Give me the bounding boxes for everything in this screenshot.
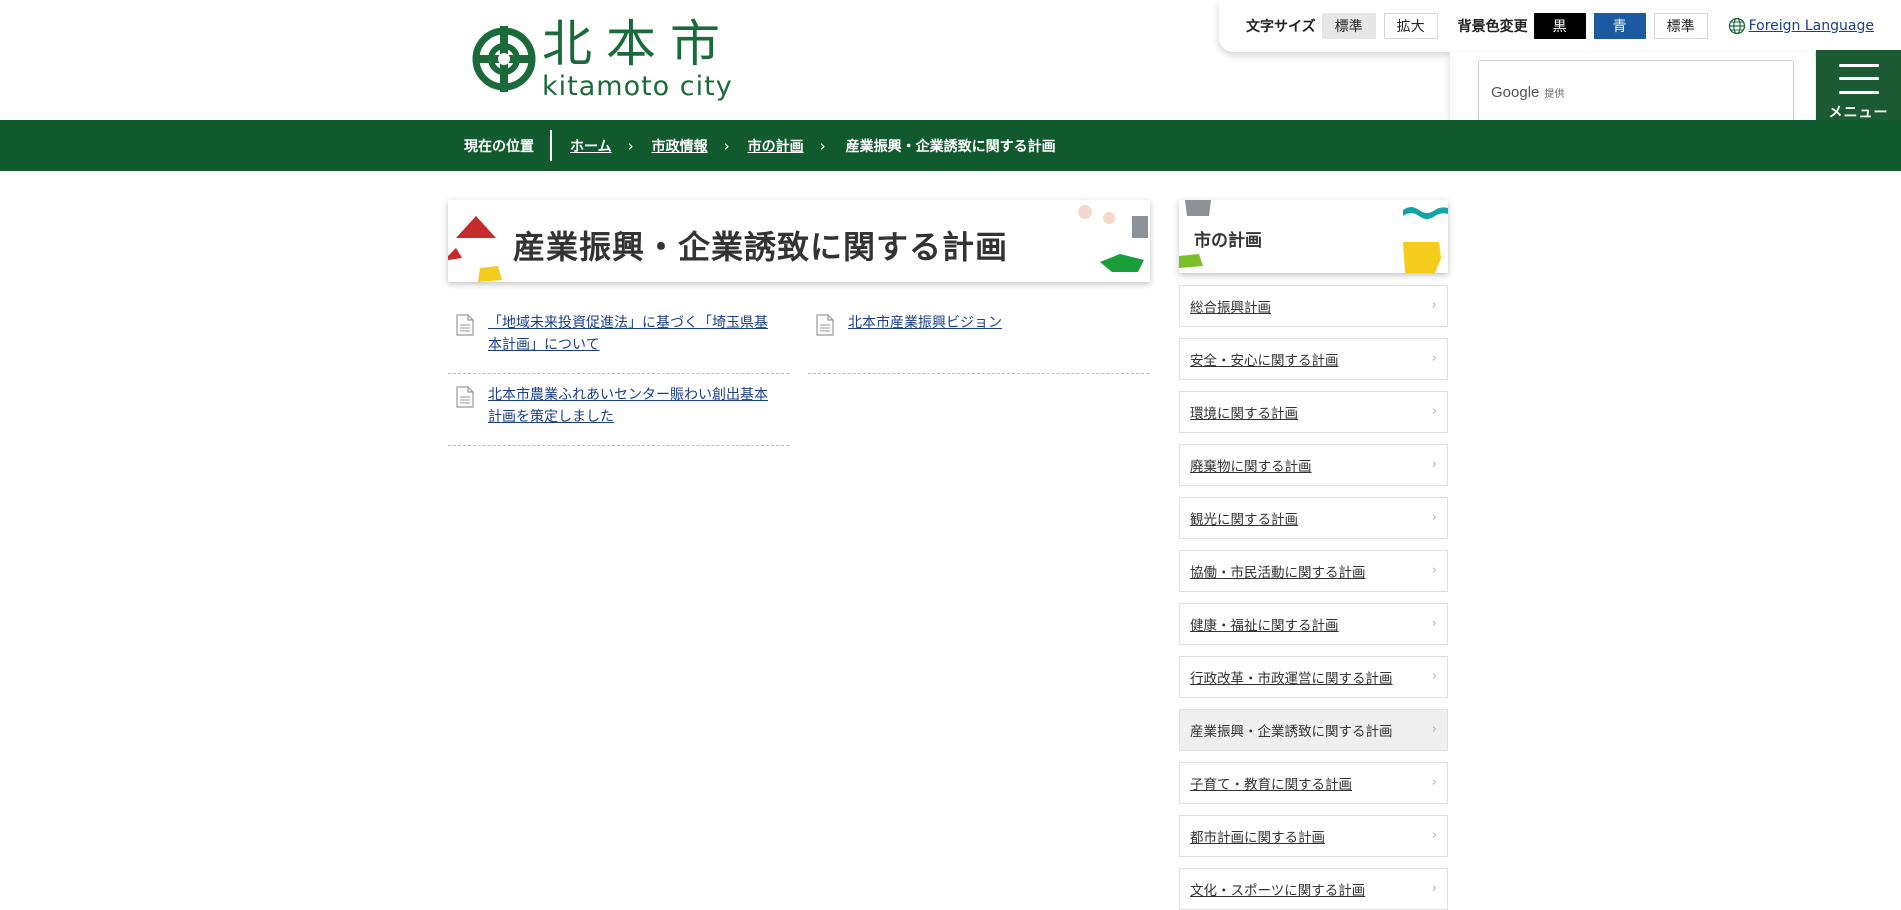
font-size-standard-button[interactable]: 標準 [1321,12,1376,39]
chevron-right-icon: › [627,136,634,155]
sidebar-item-label: 文化・スポーツに関する計画 [1190,883,1366,899]
sidebar-item[interactable]: 行政改革・市政運営に関する計画 › [1179,656,1448,698]
document-link[interactable]: 北本市産業振興ビジョン [848,312,1002,334]
chevron-right-icon: › [1431,298,1437,313]
font-size-large-button[interactable]: 拡大 [1383,12,1438,39]
list-item: 「地域未来投資促進法」に基づく「埼玉県基 本計画」について [448,300,789,374]
document-icon [456,386,474,408]
sidebar-item-label: 総合振興計画 [1190,300,1271,316]
background-black-button[interactable]: 黒 [1533,12,1586,39]
sidebar-item[interactable]: 観光に関する計画 › [1179,497,1448,539]
chevron-right-icon: › [1431,828,1437,843]
sidebar-item-label: 健康・福祉に関する計画 [1190,618,1339,634]
sidebar-item-label: 行政改革・市政運営に関する計画 [1190,671,1393,687]
sidebar-title: 市の計画 [1194,231,1262,251]
chevron-right-icon: › [1431,669,1437,684]
utility-panel: 文字サイズ 標準 拡大 背景色変更 黒 青 標準 Foreign Languag… [1219,0,1901,52]
document-link[interactable]: 北本市農業ふれあいセンター賑わい創出基本 計画を策定しました [488,384,768,428]
chevron-right-icon: › [1431,616,1437,631]
sidebar-item-label: 子育て・教育に関する計画 [1190,777,1352,793]
sidebar-item[interactable]: 安全・安心に関する計画 › [1179,338,1448,380]
sidebar-item[interactable]: 産業振興・企業誘致に関する計画 › [1179,709,1448,751]
foreign-language-label: Foreign Language [1748,17,1874,34]
sidebar-item[interactable]: 子育て・教育に関する計画 › [1179,762,1448,804]
site-search-input[interactable]: Google 提供 [1478,60,1794,124]
chevron-right-icon: › [723,136,730,155]
sidebar-heading-card: 市の計画 [1179,200,1448,273]
google-brand: Google [1491,83,1540,101]
sidebar-item[interactable]: 健康・福祉に関する計画 › [1179,603,1448,645]
foreign-language-link[interactable]: Foreign Language [1728,17,1874,35]
sidebar-item-label: 安全・安心に関する計画 [1190,353,1339,369]
menu-label: メニュー [1828,104,1889,121]
sidebar-item[interactable]: 廃棄物に関する計画 › [1179,444,1448,486]
breadcrumb: 現在の位置 ホーム › 市政情報 › 市の計画 › 産業振興・企業誘致に関する計… [0,120,1901,171]
google-brand-sub: 提供 [1544,88,1565,100]
chevron-right-icon: › [1431,722,1437,737]
sidebar-item[interactable]: 総合振興計画 › [1179,285,1448,327]
sidebar-item-label: 環境に関する計画 [1190,406,1298,422]
chevron-right-icon: › [1431,563,1437,578]
breadcrumb-city-plans-link[interactable]: 市の計画 [748,136,804,156]
sidebar-item[interactable]: 都市計画に関する計画 › [1179,815,1448,857]
breadcrumb-city-info-link[interactable]: 市政情報 [652,136,708,156]
chevron-right-icon: › [1431,404,1437,419]
font-size-label: 文字サイズ [1246,18,1316,35]
list-item: 北本市農業ふれあいセンター賑わい創出基本 計画を策定しました [448,372,789,446]
chevron-right-icon: › [1431,510,1437,525]
sidebar-item[interactable]: 環境に関する計画 › [1179,391,1448,433]
chevron-right-icon: › [1431,881,1437,896]
sidebar-item[interactable]: 協働・市民活動に関する計画 › [1179,550,1448,592]
page-title-card: 産業振興・企業誘致に関する計画 [448,200,1150,282]
chevron-right-icon: › [1431,351,1437,366]
sidebar-item-label: 都市計画に関する計画 [1190,830,1325,846]
document-icon [456,314,474,336]
chevron-right-icon: › [1431,775,1437,790]
sidebar-item-label: 協働・市民活動に関する計画 [1190,565,1366,581]
sidebar-item-label: 観光に関する計画 [1190,512,1298,528]
globe-icon [1728,17,1745,34]
breadcrumb-home-link[interactable]: ホーム [570,136,612,156]
city-emblem-icon [472,26,536,92]
sidebar-item-label: 廃棄物に関する計画 [1190,459,1312,475]
site-header: 北本市 kitamoto city 文字サイズ 標準 拡大 背景色変更 黒 青 … [0,0,1901,135]
sidebar-item[interactable]: 文化・スポーツに関する計画 › [1179,868,1448,910]
breadcrumb-label: 現在の位置 [464,130,552,161]
background-blue-button[interactable]: 青 [1593,12,1646,39]
hamburger-icon [1838,63,1879,94]
page-title: 産業振興・企業誘致に関する計画 [513,228,1009,266]
background-color-label: 背景色変更 [1457,18,1528,35]
document-link[interactable]: 「地域未来投資促進法」に基づく「埼玉県基 本計画」について [488,312,768,356]
logo-kanji: 北本市 [542,15,734,73]
background-standard-button[interactable]: 標準 [1653,12,1708,39]
document-icon [816,314,834,336]
list-item: 北本市産業振興ビジョン [808,300,1149,374]
chevron-right-icon: › [819,136,826,155]
sidebar-item-label: 産業振興・企業誘致に関する計画 [1190,724,1393,740]
site-logo[interactable]: 北本市 kitamoto city [472,14,772,104]
logo-roman: kitamoto city [542,71,733,102]
chevron-right-icon: › [1431,457,1437,472]
breadcrumb-current: 産業振興・企業誘致に関する計画 [845,138,1056,155]
